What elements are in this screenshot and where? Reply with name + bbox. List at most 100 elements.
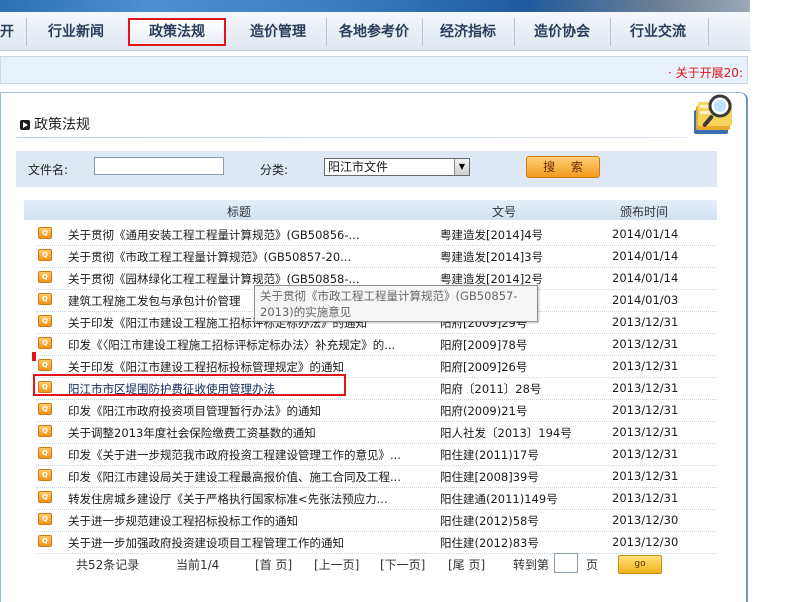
row-issue-date: 2013/12/30 <box>612 535 679 549</box>
table-row: Q 转发住房城乡建设厅《关于严格执行国家标准<先张法预应力... 阳住建通(2011… <box>36 487 717 510</box>
row-title-link[interactable]: 印发《阳江市建设局关于建设工程最高报价值、施工合同及工程... <box>68 469 436 485</box>
row-doc-number: 阳人社发〔2013〕194号 <box>440 426 572 440</box>
news-ticker-link[interactable]: · 关于开展20: <box>668 64 743 81</box>
last-page-link[interactable]: [尾 页] <box>448 556 485 573</box>
nav-separator <box>326 18 327 46</box>
row-issue-date: 2014/01/14 <box>612 227 679 241</box>
row-doc-number: 阳住建通(2011)149号 <box>440 492 558 506</box>
category-label: 分类: <box>260 163 289 177</box>
highlight-box <box>33 374 346 396</box>
row-doc-number: 阳府[2009]26号 <box>440 360 528 374</box>
nav-tab-industry-exchange[interactable]: 行业交流 <box>612 18 704 46</box>
table-row: Q 印发《阳江市建设局关于建设工程最高报价值、施工合同及工程... 阳住建[2008… <box>36 465 717 488</box>
row-issue-date: 2014/01/14 <box>612 249 679 263</box>
book-magnifier-icon <box>694 94 732 134</box>
panel-heading: 政策法规 <box>20 114 90 134</box>
document-icon: Q <box>38 425 52 437</box>
document-icon: Q <box>38 491 52 503</box>
tooltip-line-2: 2013)的实施意见 <box>260 305 352 319</box>
divider <box>17 137 687 138</box>
table-row: Q 印发《〈阳江市建设工程施工招标评标定标办法〉补充规定》的... 阳府[2009]… <box>36 333 717 356</box>
table-row: Q 关于调整2013年度社会保险缴费工资基数的通知 阳人社发〔2013〕194号 20… <box>36 421 717 444</box>
row-title-link[interactable]: 印发《关于进一步规范我市政府投资工程建设管理工作的意见》... <box>68 447 436 463</box>
prev-page-link[interactable]: [上一页] <box>314 556 359 573</box>
row-issue-date: 2013/12/31 <box>612 469 679 483</box>
row-doc-number: 粤建造发[2014]3号 <box>440 250 544 264</box>
table-header: 标题 文号 颁布时间 <box>24 200 717 220</box>
nav-tab-policy-regulations[interactable]: 政策法规 <box>128 18 226 46</box>
row-doc-number: 阳府〔2011〕28号 <box>440 382 542 396</box>
row-issue-date: 2013/12/31 <box>612 337 679 351</box>
table-row: Q 关于贯彻《市政工程工程量计算规范》(GB50857-20... 粤建造发[201… <box>36 245 717 268</box>
row-issue-date: 2013/12/30 <box>612 513 679 527</box>
row-issue-date: 2013/12/31 <box>612 447 679 461</box>
document-icon: Q <box>38 359 52 371</box>
row-title-link[interactable]: 关于贯彻《市政工程工程量计算规范》(GB50857-20... <box>68 249 436 265</box>
row-issue-date: 2013/12/31 <box>612 425 679 439</box>
row-title-link[interactable]: 关于进一步加强政府投资建设项目工程管理工作的通知 <box>68 535 436 551</box>
nav-separator <box>610 18 611 46</box>
current-page: 当前1/4 <box>176 558 220 572</box>
filename-input[interactable] <box>94 157 224 175</box>
document-icon: Q <box>38 469 52 481</box>
nav-separator <box>422 18 423 46</box>
category-selected-value: 阳江市文件 <box>328 160 389 174</box>
nav-tab-partial[interactable]: 开 <box>0 18 16 46</box>
row-doc-number: 粤建造发[2014]4号 <box>440 228 544 242</box>
row-title-link[interactable]: 关于贯彻《通用安装工程工程量计算规范》(GB50856-... <box>68 227 436 243</box>
row-title-link[interactable]: 转发住房城乡建设厅《关于严格执行国家标准<先张法预应力... <box>68 491 436 507</box>
row-issue-date: 2013/12/31 <box>612 315 679 329</box>
document-icon: Q <box>38 403 52 415</box>
document-icon: Q <box>38 337 52 349</box>
category-select[interactable]: 阳江市文件 ▼ <box>324 158 470 176</box>
main-nav: 开 行业新闻 政策法规 造价管理 各地参考价 经济指标 造价协会 行业交流 <box>0 12 750 51</box>
row-doc-number: 阳住建(2012)83号 <box>440 536 539 550</box>
row-issue-date: 2013/12/31 <box>612 491 679 505</box>
document-icon: Q <box>38 249 52 261</box>
table-row: Q 关于进一步规范建设工程招标投标工作的通知 阳住建(2012)58号 2013/12… <box>36 509 717 532</box>
document-icon: Q <box>38 227 52 239</box>
dropdown-arrow-icon[interactable]: ▼ <box>454 159 469 175</box>
search-button[interactable]: 搜 索 <box>526 156 600 178</box>
go-button[interactable]: go <box>618 555 662 574</box>
row-issue-date: 2014/01/14 <box>612 271 679 285</box>
row-title-link[interactable]: 关于调整2013年度社会保险缴费工资基数的通知 <box>68 425 436 441</box>
column-header-doc-number: 文号 <box>492 205 517 219</box>
header-banner <box>0 0 750 12</box>
panel-title: 政策法规 <box>34 117 90 133</box>
nav-tab-cost-management[interactable]: 造价管理 <box>232 18 324 46</box>
page-number-input[interactable] <box>554 553 578 573</box>
title-tooltip: 关于贯彻《市政工程工程量计算规范》(GB50857- 2013)的实施意见 <box>254 285 538 322</box>
red-marker <box>32 352 36 361</box>
nav-tab-economic-indicators[interactable]: 经济指标 <box>424 18 512 46</box>
next-page-link[interactable]: [下一页] <box>380 556 425 573</box>
nav-separator <box>708 18 709 46</box>
filename-label: 文件名: <box>28 163 69 177</box>
goto-label: 转到第 <box>513 558 550 572</box>
row-title-link[interactable]: 印发《阳江市政府投资项目管理暂行办法》的通知 <box>68 403 436 419</box>
first-page-link[interactable]: [首 页] <box>255 556 292 573</box>
row-doc-number: 阳住建[2008]39号 <box>440 470 539 484</box>
table-row: Q 关于进一步加强政府投资建设项目工程管理工作的通知 阳住建(2012)83号 201… <box>36 531 717 554</box>
nav-separator <box>514 18 515 46</box>
document-icon: Q <box>38 271 52 283</box>
news-ticker: · 关于开展20: <box>0 56 748 84</box>
nav-separator <box>26 18 27 46</box>
nav-tab-cost-association[interactable]: 造价协会 <box>516 18 608 46</box>
document-icon: Q <box>38 447 52 459</box>
row-doc-number: 阳住建(2012)58号 <box>440 514 539 528</box>
row-issue-date: 2013/12/31 <box>612 381 679 395</box>
tooltip-line-1: 关于贯彻《市政工程工程量计算规范》(GB50857- <box>260 289 518 303</box>
row-title-link[interactable]: 关于印发《阳江市建设工程招标投标管理规定》的通知 <box>68 359 436 375</box>
row-title-link[interactable]: 印发《〈阳江市建设工程施工招标评标定标办法〉补充规定》的... <box>68 337 436 353</box>
row-doc-number: 阳府[2009]78号 <box>440 338 528 352</box>
nav-tab-reference-prices[interactable]: 各地参考价 <box>328 18 420 46</box>
row-issue-date: 2013/12/31 <box>612 359 679 373</box>
table-row: Q 关于贯彻《通用安装工程工程量计算规范》(GB50856-... 粤建造发[201… <box>36 223 717 246</box>
page-unit-label: 页 <box>586 558 599 572</box>
nav-tab-industry-news[interactable]: 行业新闻 <box>30 18 122 46</box>
row-title-link[interactable]: 关于进一步规范建设工程招标投标工作的通知 <box>68 513 436 529</box>
table-row: Q 印发《阳江市政府投资项目管理暂行办法》的通知 阳府(2009)21号 2013/1… <box>36 399 717 422</box>
table-row: Q 印发《关于进一步规范我市政府投资工程建设管理工作的意见》... 阳住建(2011… <box>36 443 717 466</box>
row-issue-date: 2013/12/31 <box>612 403 679 417</box>
